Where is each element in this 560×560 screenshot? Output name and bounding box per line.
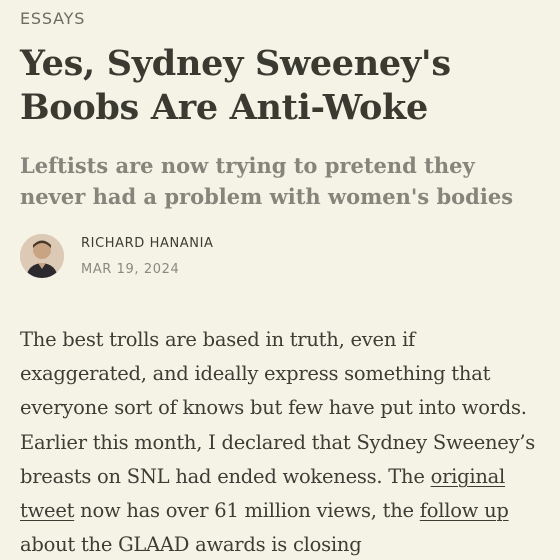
author-name-link[interactable]: RICHARD HANANIA — [81, 234, 214, 253]
post-page: ESSAYS Yes, Sydney Sweeney's Boobs Are A… — [0, 0, 560, 560]
post-title: Yes, Sydney Sweeney's Boobs Are Anti-Wok… — [20, 43, 451, 128]
body-text-segment: about the GLAAD awards is closing — [20, 533, 362, 557]
body-paragraph: The best trolls are based in truth, even… — [20, 323, 545, 560]
byline-meta: RICHARD HANANIA MAR 19, 2024 — [81, 234, 214, 279]
follow-up-link[interactable]: follow up — [420, 499, 509, 522]
post-subtitle: Leftists are now trying to pretend they … — [20, 153, 514, 209]
post-date: MAR 19, 2024 — [81, 261, 180, 277]
section-label-link[interactable]: ESSAYS — [20, 9, 85, 28]
body-text-segment: now has over 61 million views, the — [74, 499, 420, 523]
byline: RICHARD HANANIA MAR 19, 2024 — [20, 233, 214, 279]
author-avatar[interactable] — [20, 234, 64, 278]
